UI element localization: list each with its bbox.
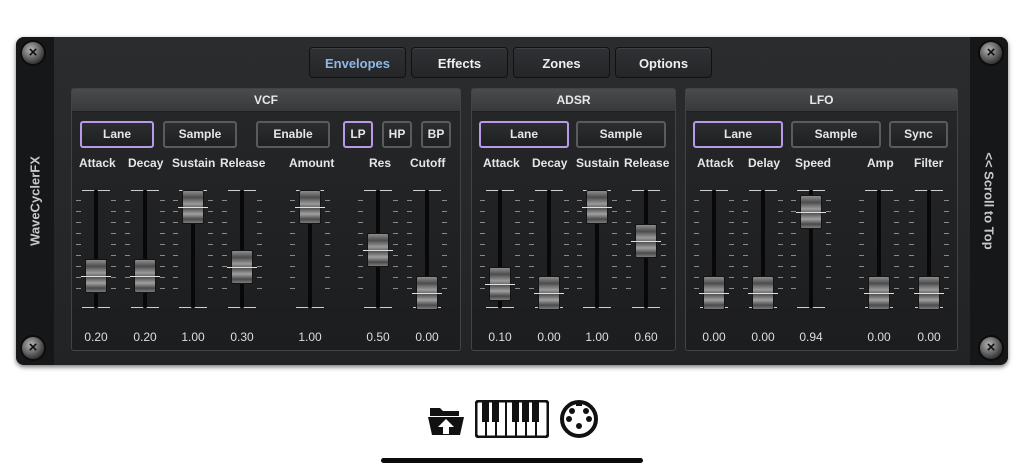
fader-value: 0.94 [799,330,823,344]
fader-label: Amount [289,156,335,170]
vcf-title: VCF [72,89,460,112]
screw-icon: × [980,42,1002,64]
fader-value: 0.20 [133,330,157,344]
adsr-decay-fader[interactable] [527,186,571,310]
fader-value: 1.00 [585,330,609,344]
fader-value: 0.20 [84,330,108,344]
vcf-bp-button[interactable]: BP [421,121,451,148]
fader-label: Speed [795,156,832,170]
screw-icon: × [22,42,44,64]
fader-value: 0.00 [537,330,561,344]
lfo-sample-button[interactable]: Sample [791,121,881,148]
fader-label: Attack [483,156,520,170]
vcf-attack-fader[interactable] [74,186,118,310]
lfo-lane-button[interactable]: Lane [693,121,783,148]
fader-label: Decay [532,156,568,170]
fader-value: 0.00 [415,330,439,344]
fader-knob[interactable] [412,276,442,310]
adsr-sample-button[interactable]: Sample [576,121,666,148]
fader-label: Amp [867,156,894,170]
lfo-speed-fader[interactable] [789,186,833,310]
fader-knob[interactable] [631,224,661,259]
fader-value: 1.00 [181,330,205,344]
midi-icon[interactable] [559,399,599,444]
vcf-lane-button[interactable]: Lane [80,121,154,148]
fader-label: Filter [914,156,944,170]
adsr-attack-fader[interactable] [478,186,522,310]
vcf-enable-button[interactable]: Enable [256,121,330,148]
fader-label: Attack [79,156,116,170]
fader-knob[interactable] [534,276,564,310]
fader-knob[interactable] [81,258,111,293]
lfo-title: LFO [686,89,957,112]
fader-value: 0.10 [488,330,512,344]
fader-value: 0.00 [867,330,891,344]
screw-icon: × [980,337,1002,359]
fader-label: Decay [128,156,164,170]
fader-value: 1.00 [298,330,322,344]
fader-value: 0.60 [634,330,658,344]
vcf-res-fader[interactable] [356,186,400,310]
vcf-hp-button[interactable]: HP [382,121,412,148]
fader-label: Cutoff [410,156,446,170]
fader-value: 0.00 [702,330,726,344]
scroll-to-top-link[interactable]: << Scroll to Top [982,152,997,249]
fader-label: Sustain [172,156,216,170]
fader-value: 0.00 [751,330,775,344]
fader-knob[interactable] [227,250,257,285]
lfo-filter-fader[interactable] [907,186,951,310]
fader-knob[interactable] [582,190,612,224]
fader-label: Attack [697,156,734,170]
folder-icon[interactable] [427,402,465,441]
fader-label: Res [369,156,392,170]
fader-label: Release [220,156,266,170]
vcf-cutoff-fader[interactable] [405,186,449,310]
fader-knob[interactable] [178,190,208,224]
bottom-toolbar [0,398,1024,440]
vcf-amount-fader[interactable] [288,186,332,310]
tab-effects[interactable]: Effects [411,47,508,78]
fader-knob[interactable] [914,276,944,310]
fader-label: Delay [748,156,781,170]
rack-left-rail: WaveCyclerFX [16,37,54,365]
vcf-sample-button[interactable]: Sample [163,121,237,148]
adsr-title: ADSR [472,89,675,112]
fader-knob[interactable] [485,267,515,302]
lfo-sync-button[interactable]: Sync [889,121,948,148]
fader-knob[interactable] [864,276,894,310]
fader-value: 0.50 [366,330,390,344]
fader-label: Sustain [576,156,620,170]
rack-right-rail[interactable]: << Scroll to Top [970,37,1008,365]
vcf-release-fader[interactable] [220,186,264,310]
fader-knob[interactable] [699,276,729,310]
screw-icon: × [22,337,44,359]
tab-options[interactable]: Options [615,47,712,78]
home-indicator[interactable] [381,458,643,463]
keyboard-icon[interactable] [474,399,550,443]
fader-knob[interactable] [796,195,826,230]
adsr-release-fader[interactable] [624,186,668,310]
tab-envelopes[interactable]: Envelopes [309,47,406,78]
lfo-amp-fader[interactable] [857,186,901,310]
fader-value: 0.30 [230,330,254,344]
vcf-decay-fader[interactable] [123,186,167,310]
adsr-lane-button[interactable]: Lane [479,121,569,148]
fader-knob[interactable] [130,258,160,293]
fader-value: 0.00 [917,330,941,344]
fader-knob[interactable] [748,276,778,310]
adsr-sustain-fader[interactable] [575,186,619,310]
vcf-lp-button[interactable]: LP [343,121,373,148]
app-name-label: WaveCyclerFX [27,156,43,246]
fader-knob[interactable] [363,233,393,267]
fader-label: Release [624,156,670,170]
lfo-delay-fader[interactable] [741,186,785,310]
tab-zones[interactable]: Zones [513,47,610,78]
lfo-attack-fader[interactable] [692,186,736,310]
vcf-sustain-fader[interactable] [171,186,215,310]
fader-knob[interactable] [295,190,325,224]
